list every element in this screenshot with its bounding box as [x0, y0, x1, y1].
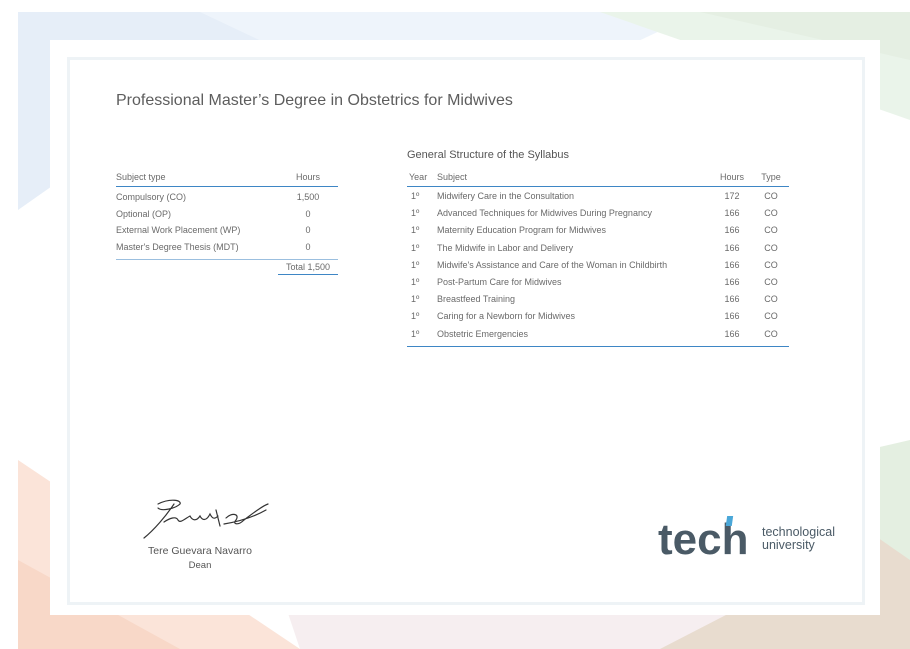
header-hours: Hours — [719, 172, 744, 182]
table-row: 1º The Midwife in Labor and Delivery 166… — [407, 240, 789, 257]
syllabus-table-header: Year Subject Hours Type — [407, 172, 789, 187]
year-cell: 1º — [411, 294, 420, 305]
signature — [143, 499, 269, 539]
hours-cell: 0 — [305, 208, 311, 219]
table-row: Optional (OP) 0 — [116, 206, 338, 223]
type-cell: CO — [764, 242, 778, 253]
table-row: Compulsory (CO) 1,500 — [116, 189, 338, 206]
type-cell: CO — [764, 259, 778, 270]
table-row: External Work Placement (WP) 0 — [116, 222, 338, 239]
hours-cell: 166 — [724, 259, 740, 270]
hours-cell: 166 — [724, 208, 740, 219]
subject-cell: Breastfeed Training — [437, 294, 516, 305]
type-cell: CO — [764, 208, 778, 219]
tech-logo-subtitle: technological university — [762, 526, 835, 552]
subject-type-cell: Compulsory (CO) — [116, 192, 187, 202]
hours-cell: 1,500 — [296, 192, 320, 202]
year-cell: 1º — [411, 259, 420, 270]
total-hours: Total 1,500 — [278, 260, 338, 275]
type-cell: CO — [764, 276, 778, 287]
hours-cell: 0 — [305, 225, 311, 235]
syllabus-title: General Structure of the Syllabus — [407, 149, 570, 161]
subject-type-table: Subject type Hours Compulsory (CO) 1,500… — [116, 172, 338, 275]
subject-cell: Maternity Education Program for Midwives — [437, 225, 607, 236]
header-type: Type — [761, 172, 781, 182]
hours-cell: 172 — [724, 191, 740, 201]
table-row: 1º Breastfeed Training 166 CO — [407, 291, 789, 308]
table-row: 1º Midwife's Assistance and Care of the … — [407, 257, 789, 274]
tech-wordmark: tech — [658, 515, 748, 562]
subject-cell: Advanced Techniques for Midwives During … — [437, 208, 652, 219]
year-cell: 1º — [411, 208, 420, 219]
signatory-name: Tere Guevara Navarro — [148, 545, 252, 557]
subject-cell: Post-Partum Care for Midwives — [437, 276, 562, 287]
table-row: 1º Maternity Education Program for Midwi… — [407, 222, 789, 239]
table-row: 1º Advanced Techniques for Midwives Duri… — [407, 205, 789, 222]
year-cell: 1º — [411, 242, 420, 253]
hours-cell: 166 — [724, 328, 740, 339]
table-row: 1º Caring for a Newborn for Midwives 166… — [407, 308, 789, 325]
year-cell: 1º — [411, 225, 420, 236]
type-cell: CO — [764, 225, 778, 236]
hours-cell: 166 — [724, 311, 740, 322]
year-cell: 1º — [411, 328, 420, 339]
hours-cell: 166 — [724, 294, 740, 305]
subject-cell: Caring for a Newborn for Midwives — [437, 311, 576, 322]
table-row: 1º Post-Partum Care for Midwives 166 CO — [407, 274, 789, 291]
table-row: 1º Midwifery Care in the Consultation 17… — [407, 188, 789, 205]
tech-logo-line2: university — [762, 538, 815, 552]
header-subject: Subject — [437, 172, 468, 182]
year-cell: 1º — [411, 311, 420, 322]
subject-type-table-header: Subject type Hours — [116, 172, 338, 187]
type-cell: CO — [764, 311, 778, 322]
subject-cell: Obstetric Emergencies — [437, 328, 529, 339]
table-row: 1º Obstetric Emergencies 166 CO — [407, 326, 789, 343]
hours-cell: 166 — [724, 225, 740, 236]
header-subject-type: Subject type — [116, 172, 166, 182]
subject-type-cell: External Work Placement (WP) — [116, 225, 241, 235]
subject-cell: Midwife's Assistance and Care of the Wom… — [437, 259, 668, 270]
hours-cell: 0 — [305, 241, 311, 252]
type-cell: CO — [764, 328, 778, 339]
subject-cell: The Midwife in Labor and Delivery — [437, 242, 574, 253]
tech-logo-text: tech — [658, 515, 748, 562]
syllabus-table: Year Subject Hours Type 1º Midwifery Car… — [407, 172, 789, 347]
header-hours: Hours — [295, 172, 320, 182]
subject-cell: Midwifery Care in the Consultation — [437, 191, 575, 201]
type-cell: CO — [764, 191, 778, 201]
year-cell: 1º — [411, 276, 420, 287]
subject-type-cell: Optional (OP) — [116, 208, 172, 219]
page-title: Professional Master’s Degree in Obstetri… — [116, 92, 513, 109]
subject-type-cell: Master's Degree Thesis (MDT) — [116, 241, 239, 252]
hours-cell: 166 — [724, 242, 740, 253]
table-row: Master's Degree Thesis (MDT) 0 — [116, 239, 338, 256]
header-year: Year — [409, 172, 428, 182]
signatory-role: Dean — [188, 560, 212, 571]
hours-cell: 166 — [724, 276, 740, 287]
type-cell: CO — [764, 294, 778, 305]
year-cell: 1º — [411, 191, 420, 201]
